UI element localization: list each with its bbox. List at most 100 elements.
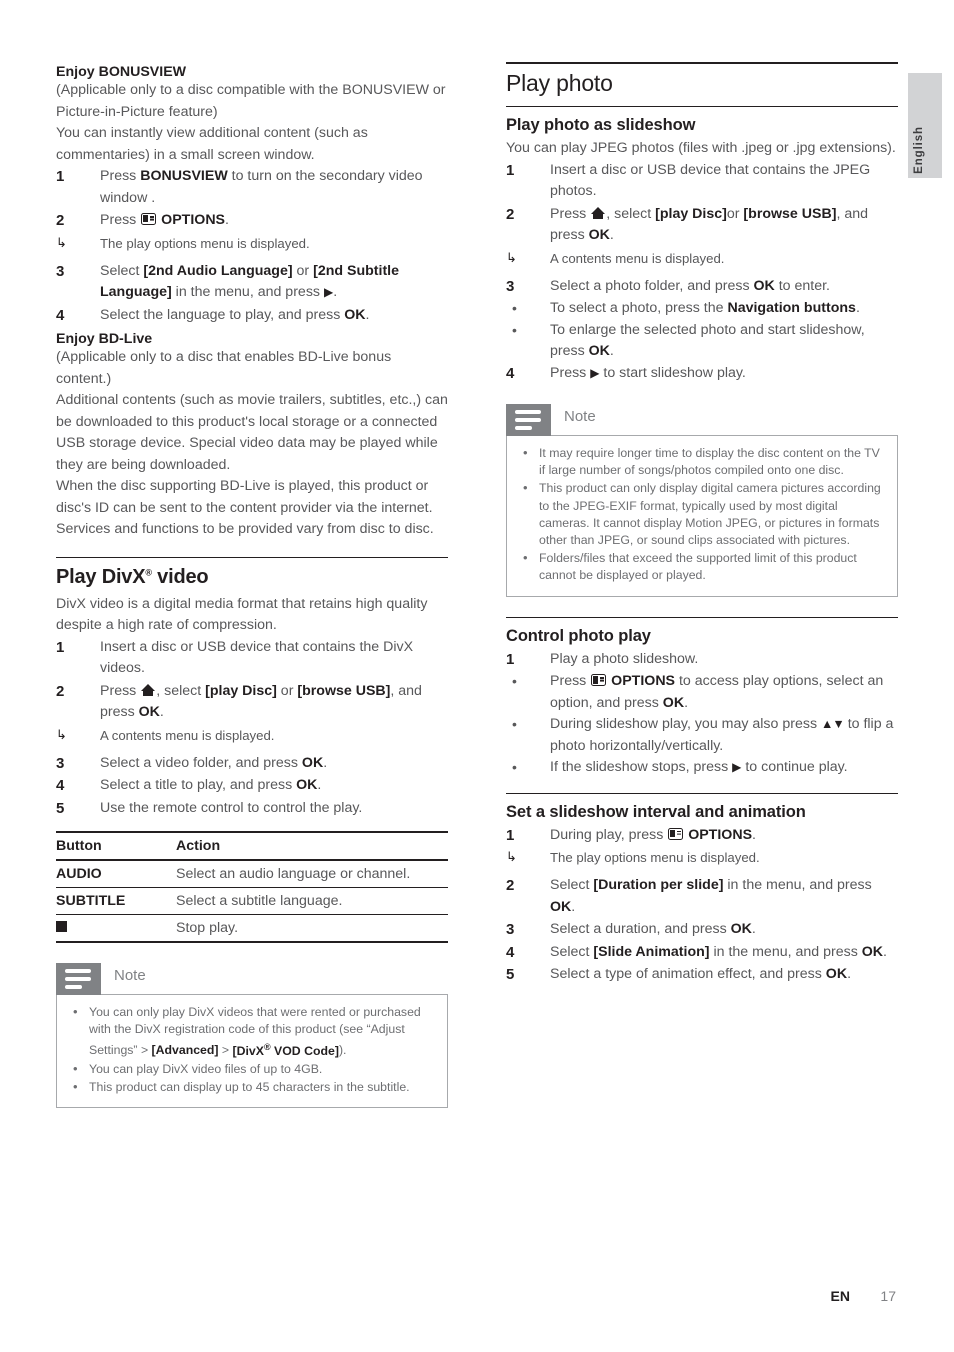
table-cell-button: AUDIO <box>56 866 102 882</box>
step-text-bold: OK <box>825 966 848 983</box>
step-text-post: in the menu, and press <box>171 284 324 300</box>
note-icon-bar-3 <box>65 985 82 989</box>
heading-control-photo-play: Control photo play <box>506 626 651 645</box>
step-text-bold1: [play Disc] <box>655 205 727 222</box>
note-item: You can only play DivX videos that were … <box>69 1003 435 1060</box>
result-line: ↳ A contents menu is displayed. <box>56 725 448 746</box>
bonusview-intro-2: You can instantly view additional conten… <box>56 125 368 163</box>
bullet-text-pre: To select a photo, press the <box>550 300 728 316</box>
arrow-icon: ↳ <box>56 234 67 250</box>
bullet-dot: • <box>512 716 517 733</box>
step-text: Press OPTIONS. <box>100 210 448 232</box>
note-box-photo: Note It may require longer time to displ… <box>506 404 898 597</box>
step-number: 4 <box>506 364 515 382</box>
note-icon-bar-1 <box>65 969 91 973</box>
table-cell-action: Select a subtitle language. <box>176 893 343 909</box>
step-text-pre: Select <box>550 943 594 960</box>
bullet-item: • To select a photo, press the Navigatio… <box>506 298 898 320</box>
divx-intro: DivX video is a digital media format tha… <box>56 595 428 634</box>
step-item: 4 Press ▶ to start slideshow play. <box>506 363 898 385</box>
step-text-pre: Press <box>100 168 141 184</box>
step-text-bold: OK <box>730 921 752 938</box>
step-text-bold: OPTIONS <box>161 212 226 228</box>
step-text: Use the remote control to control the pl… <box>100 799 363 816</box>
bullet-text-pre: During slideshow play, you may also pres… <box>550 716 821 733</box>
language-tab-label: English <box>913 125 925 174</box>
step-number: 2 <box>56 682 65 700</box>
step-text-post: . <box>571 898 576 915</box>
step-text-post: . <box>752 826 756 843</box>
step-text-bold1: [Duration per slide] <box>593 877 724 894</box>
step-text-mid: in the menu, and press <box>723 877 872 894</box>
step-text: Select a type of animation effect, and p… <box>550 964 898 986</box>
step-text-post: . <box>317 777 322 793</box>
heading-enjoy-bd-live: Enjoy BD-Live <box>56 331 153 347</box>
step-text-post: to enter. <box>774 277 830 294</box>
step-text: Select a title to play, and press OK. <box>100 775 448 797</box>
step-item: 2 Select [Duration per slide] in the men… <box>506 875 898 918</box>
heading-play-divx-text: Play DivX <box>56 565 146 588</box>
step-text-pre: Select <box>550 877 594 894</box>
left-column: Enjoy BONUSVIEW (Applicable only to a di… <box>56 62 448 1109</box>
step-text-pre: Press <box>100 682 141 699</box>
step-text-bold2: OK <box>861 943 884 960</box>
step-text-bold: OK <box>753 277 775 294</box>
page-footer: EN 17 <box>0 1288 954 1306</box>
step-text-pre: Select a title to play, and press <box>100 777 297 793</box>
note-item-bold-2: [DivX® VOD Code] <box>232 1041 339 1058</box>
heading-set-slideshow-interval: Set a slideshow interval and animation <box>506 802 806 821</box>
note-icon <box>506 404 551 436</box>
note-item: You can play DivX video files of up to 4… <box>69 1060 435 1078</box>
step-text-bold: BONUSVIEW <box>140 168 228 184</box>
step-item: 4 Select a title to play, and press OK. <box>56 775 448 797</box>
bonusview-intro-1: (Applicable only to a disc compatible wi… <box>56 82 446 120</box>
step-item: 5 Use the remote control to control the … <box>56 798 448 820</box>
step-text-post: . <box>323 754 328 771</box>
step-text: Insert a disc or USB device that contain… <box>100 638 414 677</box>
bullet-text-post: . <box>609 343 614 359</box>
result-text: The play options menu is displayed. <box>550 850 760 866</box>
step-text-post: . <box>883 943 887 960</box>
step-text-mid1: , select <box>606 205 656 222</box>
note-item: This product can only display digital ca… <box>519 479 885 549</box>
step-text-bold2: [browse USB] <box>743 205 837 222</box>
step-number: 2 <box>56 212 65 229</box>
note-title: Note <box>564 408 596 425</box>
step-number: 5 <box>506 966 515 984</box>
note-item: Folders/files that exceed the supported … <box>519 549 885 584</box>
home-icon <box>591 206 606 219</box>
table-cell-button <box>56 915 176 943</box>
result-line: ↳ The play options menu is displayed. <box>56 233 448 254</box>
bullet-text-pre: If the slideshow stops, press <box>550 759 733 776</box>
note-body: It may require longer time to display th… <box>506 435 898 597</box>
step-text: Select [2nd Audio Language] or [2nd Subt… <box>100 262 400 301</box>
table-cell-action: Stop play. <box>176 920 239 936</box>
bdlive-paragraph-3: When the disc supporting BD-Live is play… <box>56 478 434 537</box>
step-number: 2 <box>506 205 515 223</box>
heading-enjoy-bonusview: Enjoy BONUSVIEW <box>56 64 187 80</box>
step-number: 3 <box>56 754 65 772</box>
step-text-pre: Select the language to play, and press <box>100 306 345 323</box>
table-cell-button: SUBTITLE <box>56 893 126 909</box>
step-text: Press , select [play Disc]or [browse USB… <box>550 204 898 247</box>
step-text-post: . <box>365 306 370 323</box>
step-item: 2 Press , select [play Disc] or [browse … <box>56 681 448 724</box>
step-text: Press ▶ to start slideshow play. <box>550 363 898 385</box>
divx-steps: 1 Insert a disc or USB device that conta… <box>56 637 448 820</box>
step-number: 1 <box>56 168 65 185</box>
step-text: Select [Duration per slide] in the menu,… <box>550 875 898 918</box>
control-steps: 1 Play a photo slideshow. • Press OPTION… <box>506 649 898 779</box>
step-text: Select a photo folder, and press OK to e… <box>550 276 898 298</box>
button-action-table: Button Action AUDIO Select an audio lang… <box>56 831 448 943</box>
slideshow-intro: You can play JPEG photos (files with .jp… <box>506 140 896 156</box>
note-icon-bar-2 <box>65 977 91 981</box>
step-text-bold1: [play Disc] <box>205 682 277 699</box>
step-text-bold: OK <box>301 754 324 771</box>
bonusview-steps: 1 Press BONUSVIEW to turn on the seconda… <box>56 166 448 326</box>
note-icon-bar-3 <box>515 426 532 430</box>
page-title: Play photo <box>506 70 613 96</box>
bullet-text-bold: OK <box>588 343 610 359</box>
slideshow-steps: 1 Insert a disc or USB device that conta… <box>506 160 898 385</box>
step-text-post: . <box>751 921 756 938</box>
step-text-mid2: or <box>726 205 744 222</box>
